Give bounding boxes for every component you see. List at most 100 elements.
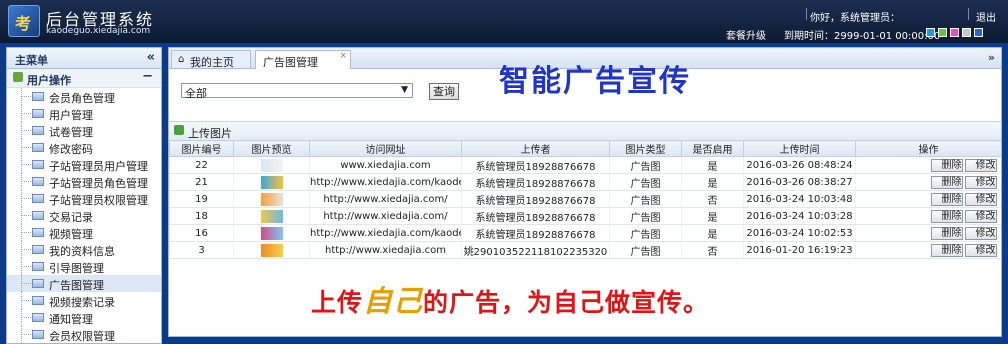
tab-home[interactable]: ⌂ 我的主页: [171, 50, 251, 69]
filter-select[interactable]: 全部 ▼: [181, 83, 413, 100]
image-preview-thumbnail[interactable]: [260, 192, 283, 206]
cell-url: http://www.xiedajia.com/kaodeguo/: [309, 224, 462, 242]
delete-button[interactable]: 删除: [930, 226, 963, 240]
theme-swatch-blue[interactable]: [926, 28, 935, 37]
sidebar-item[interactable]: 会员权限管理: [7, 326, 161, 343]
column-header: 图片编号: [169, 140, 234, 157]
sidebar-group-user-ops[interactable]: 用户操作 −: [7, 69, 161, 88]
sidebar-item[interactable]: 通知管理: [7, 309, 161, 326]
sidebar-item-label: 引导图管理: [49, 262, 104, 275]
promo-title: 智能广告宣传: [499, 64, 691, 99]
sidebar-item[interactable]: 子站管理员用户管理: [7, 156, 161, 173]
tree-branch: [22, 181, 31, 182]
cell-url: http://www.xiedajia.com/: [309, 207, 462, 225]
sidebar-item[interactable]: 我的资料信息: [7, 241, 161, 258]
sidebar-item[interactable]: 试卷管理: [7, 122, 161, 139]
sidebar-item[interactable]: 视频管理: [7, 224, 161, 241]
image-preview-thumbnail[interactable]: [260, 175, 283, 189]
app-logo: 考: [8, 5, 40, 37]
dropdown-arrow-icon: ▼: [401, 85, 408, 95]
table-icon: [32, 194, 44, 203]
top-header: 考 后台管理系统 kaodeguo.xiedajia.com 你好，系统管理员：…: [0, 0, 1008, 43]
edit-button[interactable]: 修改: [964, 192, 997, 206]
sidebar-title: 主菜单: [15, 54, 48, 67]
cell-type: 广告图: [609, 207, 682, 225]
image-preview-thumbnail[interactable]: [260, 209, 283, 223]
chevron-down-icon[interactable]: »: [988, 51, 995, 64]
column-header: 图片预览: [233, 140, 310, 157]
sidebar-item-label: 广告图管理: [49, 279, 104, 292]
sidebar-item[interactable]: 修改密码: [7, 139, 161, 156]
edit-button[interactable]: 修改: [964, 209, 997, 223]
greeting-text: 你好，系统管理员：: [810, 13, 900, 24]
column-header: 访问网址: [309, 140, 462, 157]
cell-uploader: 系统管理员18928876678: [461, 207, 610, 225]
ad-image-table: 图片编号 图片预览 访问网址 上传者 图片类型 是否启用 上传时间 操作 22 www.xied…: [169, 140, 1001, 259]
image-preview-thumbnail[interactable]: [260, 243, 283, 257]
minus-icon[interactable]: −: [142, 69, 153, 84]
sidebar-item-label: 会员角色管理: [49, 92, 115, 105]
sidebar-item-label: 子站管理员权限管理: [49, 194, 148, 207]
sidebar-item[interactable]: 会员角色管理: [7, 88, 161, 105]
tree-branch: [22, 249, 31, 250]
tree-branch: [22, 113, 31, 114]
delete-button[interactable]: 删除: [930, 243, 963, 257]
image-preview-thumbnail[interactable]: [260, 158, 283, 172]
cell-time: 2016-03-26 08:38:27: [743, 173, 856, 191]
table-row: 22 www.xiedajia.com 系统管理员18928876678 广告图是 20…: [169, 156, 1001, 174]
edit-button[interactable]: 修改: [964, 243, 997, 257]
cell-uploader: 姚290103522118102235320: [461, 241, 610, 259]
cell-time: 2016-03-24 10:02:53: [743, 224, 856, 242]
collapse-icon[interactable]: «: [147, 50, 155, 65]
cell-preview: [233, 156, 310, 174]
logout-link[interactable]: 退出: [976, 9, 996, 24]
theme-swatch-pink[interactable]: [950, 28, 959, 37]
delete-button[interactable]: 删除: [930, 158, 963, 172]
delete-button[interactable]: 删除: [930, 209, 963, 223]
sidebar-item[interactable]: 交易记录: [7, 207, 161, 224]
cell-time: 2016-03-24 10:03:48: [743, 190, 856, 208]
sidebar-item[interactable]: 子站管理员角色管理: [7, 173, 161, 190]
edit-button[interactable]: 修改: [964, 158, 997, 172]
sidebar-item[interactable]: 子站管理员权限管理: [7, 190, 161, 207]
cell-time: 2016-01-20 16:19:23: [743, 241, 856, 259]
sidebar-item-label: 我的资料信息: [49, 245, 115, 258]
sidebar-item-label: 子站管理员角色管理: [49, 177, 148, 190]
cell-actions: 删除 修改: [855, 156, 1001, 174]
sidebar-item[interactable]: 广告图管理: [7, 275, 161, 292]
cell-preview: [233, 241, 310, 259]
table-icon: [32, 296, 44, 305]
theme-swatch-navy[interactable]: [974, 28, 983, 37]
image-preview-thumbnail[interactable]: [260, 226, 283, 240]
cell-enabled: 是: [681, 224, 744, 242]
upgrade-link[interactable]: 套餐升级: [726, 27, 766, 42]
theme-switcher: [926, 28, 983, 37]
tab-ad-image-management[interactable]: 广告图管理 ×: [255, 50, 351, 69]
sidebar-item[interactable]: 引导图管理: [7, 258, 161, 275]
sidebar-item[interactable]: 视频搜索记录: [7, 292, 161, 309]
column-header: 上传者: [461, 140, 610, 157]
cell-id: 21: [169, 173, 234, 191]
edit-button[interactable]: 修改: [964, 175, 997, 189]
upload-button[interactable]: 上传图片: [188, 125, 232, 141]
table-icon: [32, 160, 44, 169]
theme-swatch-green[interactable]: [938, 28, 947, 37]
sidebar-item[interactable]: 用户管理: [7, 105, 161, 122]
table-icon: [32, 143, 44, 152]
table-icon: [32, 92, 44, 101]
sidebar-item-label: 用户管理: [49, 109, 93, 122]
cell-enabled: 否: [681, 241, 744, 259]
edit-button[interactable]: 修改: [964, 226, 997, 240]
delete-button[interactable]: 删除: [930, 175, 963, 189]
cell-preview: [233, 224, 310, 242]
cell-actions: 删除 修改: [855, 190, 1001, 208]
delete-button[interactable]: 删除: [930, 192, 963, 206]
table-icon: [32, 262, 44, 271]
theme-swatch-gray[interactable]: [962, 28, 971, 37]
query-button[interactable]: 查询: [429, 83, 459, 100]
cell-actions: 删除 修改: [855, 173, 1001, 191]
divider: [806, 8, 807, 20]
close-icon[interactable]: ×: [339, 51, 347, 61]
cell-url: http://www.xiedajia.com: [309, 241, 462, 259]
sidebar-group-label: 用户操作: [27, 74, 71, 87]
